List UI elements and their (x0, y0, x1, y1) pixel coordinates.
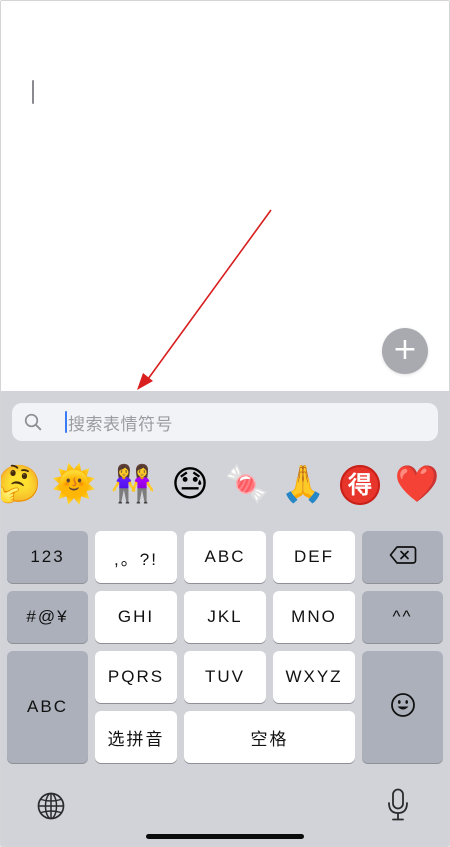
key-kaomoji[interactable]: ^^ (362, 591, 443, 643)
key-ghi-4[interactable]: GHI (95, 591, 177, 643)
search-placeholder: 搜索表情符号 (68, 414, 173, 434)
emoji-downcast-sweat-face[interactable]: 😓 (166, 459, 214, 511)
key-select-pinyin[interactable]: 选拼音 (95, 711, 177, 763)
key-123[interactable]: 123 (7, 531, 88, 583)
globe-icon[interactable] (34, 789, 68, 823)
emoji-two-women[interactable]: 👭 (109, 459, 157, 511)
plus-icon: + (392, 332, 418, 367)
search-caret (65, 411, 67, 433)
key-symbols-label: #@¥ (26, 607, 69, 626)
emoji-candy[interactable]: 🍬 (223, 459, 271, 511)
text-cursor (32, 80, 34, 104)
key-abc-2-label: ABC (204, 547, 246, 566)
key-mno-6[interactable]: MNO (273, 591, 355, 643)
key-ghi-4-label: GHI (117, 607, 155, 626)
text-editor[interactable]: + (1, 1, 449, 391)
key-jkl-5-label: JKL (207, 607, 243, 626)
key-select-pinyin-label: 选拼音 (107, 729, 165, 749)
key-wxyz-9[interactable]: WXYZ (273, 651, 355, 703)
space-key[interactable]: 空格 (184, 711, 355, 763)
key-mno-6-label: MNO (291, 607, 337, 626)
key-abc-2[interactable]: ABC (184, 531, 266, 583)
backspace-icon (389, 545, 417, 570)
phone-screen: + 搜索表情符号 🤔 🌞 👭 😓 🍬 🙏 得 ❤️ 123 ,。?! ABC D… (0, 0, 450, 847)
key-wxyz-9-label: WXYZ (285, 667, 343, 686)
smiley-icon (390, 692, 416, 723)
emoji-red-heart[interactable]: ❤️ (393, 459, 441, 511)
emoji-sun-with-face[interactable]: 🌞 (50, 459, 98, 511)
key-punctuation[interactable]: ,。?! (95, 531, 177, 583)
key-kaomoji-label: ^^ (392, 607, 413, 626)
key-punctuation-label: ,。?! (114, 549, 158, 569)
microphone-icon[interactable] (383, 787, 413, 823)
key-def-3-label: DEF (294, 547, 334, 566)
key-jkl-5[interactable]: JKL (184, 591, 266, 643)
key-abc-mode[interactable]: ABC (7, 651, 88, 763)
emoji-thinking-face[interactable]: 🤔 (1, 459, 43, 511)
key-tuv-8[interactable]: TUV (184, 651, 266, 703)
keyboard: 搜索表情符号 🤔 🌞 👭 😓 🍬 🙏 得 ❤️ 123 ,。?! ABC DEF (1, 391, 449, 846)
key-symbols[interactable]: #@¥ (7, 591, 88, 643)
emoji-folded-hands[interactable]: 🙏 (279, 459, 327, 511)
home-indicator[interactable] (146, 834, 304, 839)
delete-button[interactable] (362, 531, 443, 583)
key-123-label: 123 (30, 547, 65, 566)
circled-de-label: 得 (340, 465, 380, 505)
add-button[interactable]: + (382, 328, 428, 374)
key-tuv-8-label: TUV (205, 667, 245, 686)
space-key-label: 空格 (250, 729, 289, 749)
emoji-circled-de[interactable]: 得 (336, 459, 384, 511)
key-abc-mode-label: ABC (27, 697, 68, 716)
emoji-suggestion-row: 🤔 🌞 👭 😓 🍬 🙏 得 ❤️ (1, 459, 449, 511)
emoji-key[interactable] (362, 651, 443, 763)
emoji-search-field[interactable]: 搜索表情符号 (12, 403, 438, 441)
search-icon (24, 413, 50, 431)
key-pqrs-7[interactable]: PQRS (95, 651, 177, 703)
key-pqrs-7-label: PQRS (107, 667, 165, 686)
key-def-3[interactable]: DEF (273, 531, 355, 583)
